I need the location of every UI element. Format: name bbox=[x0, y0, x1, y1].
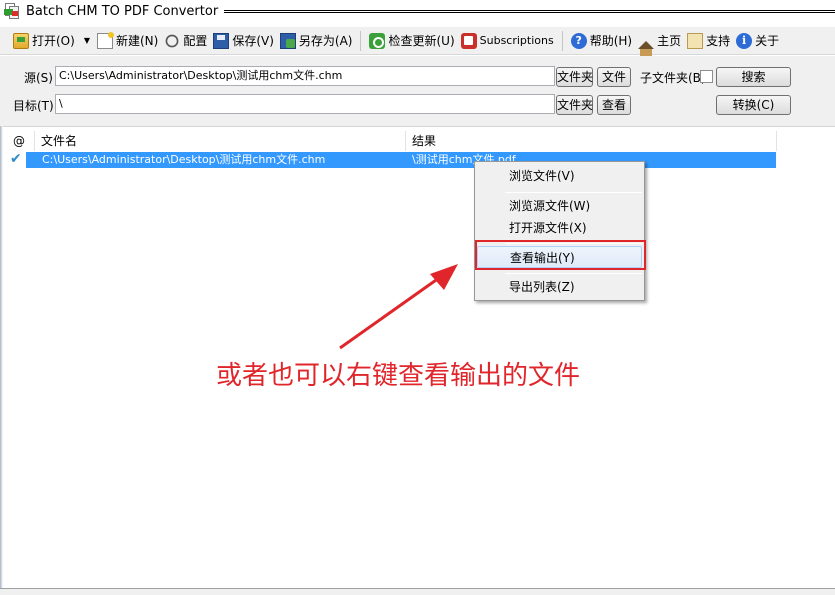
status-bar bbox=[0, 588, 835, 595]
annotation-text: 或者也可以右键查看输出的文件 bbox=[216, 361, 581, 391]
annotation-arrow bbox=[339, 264, 458, 350]
